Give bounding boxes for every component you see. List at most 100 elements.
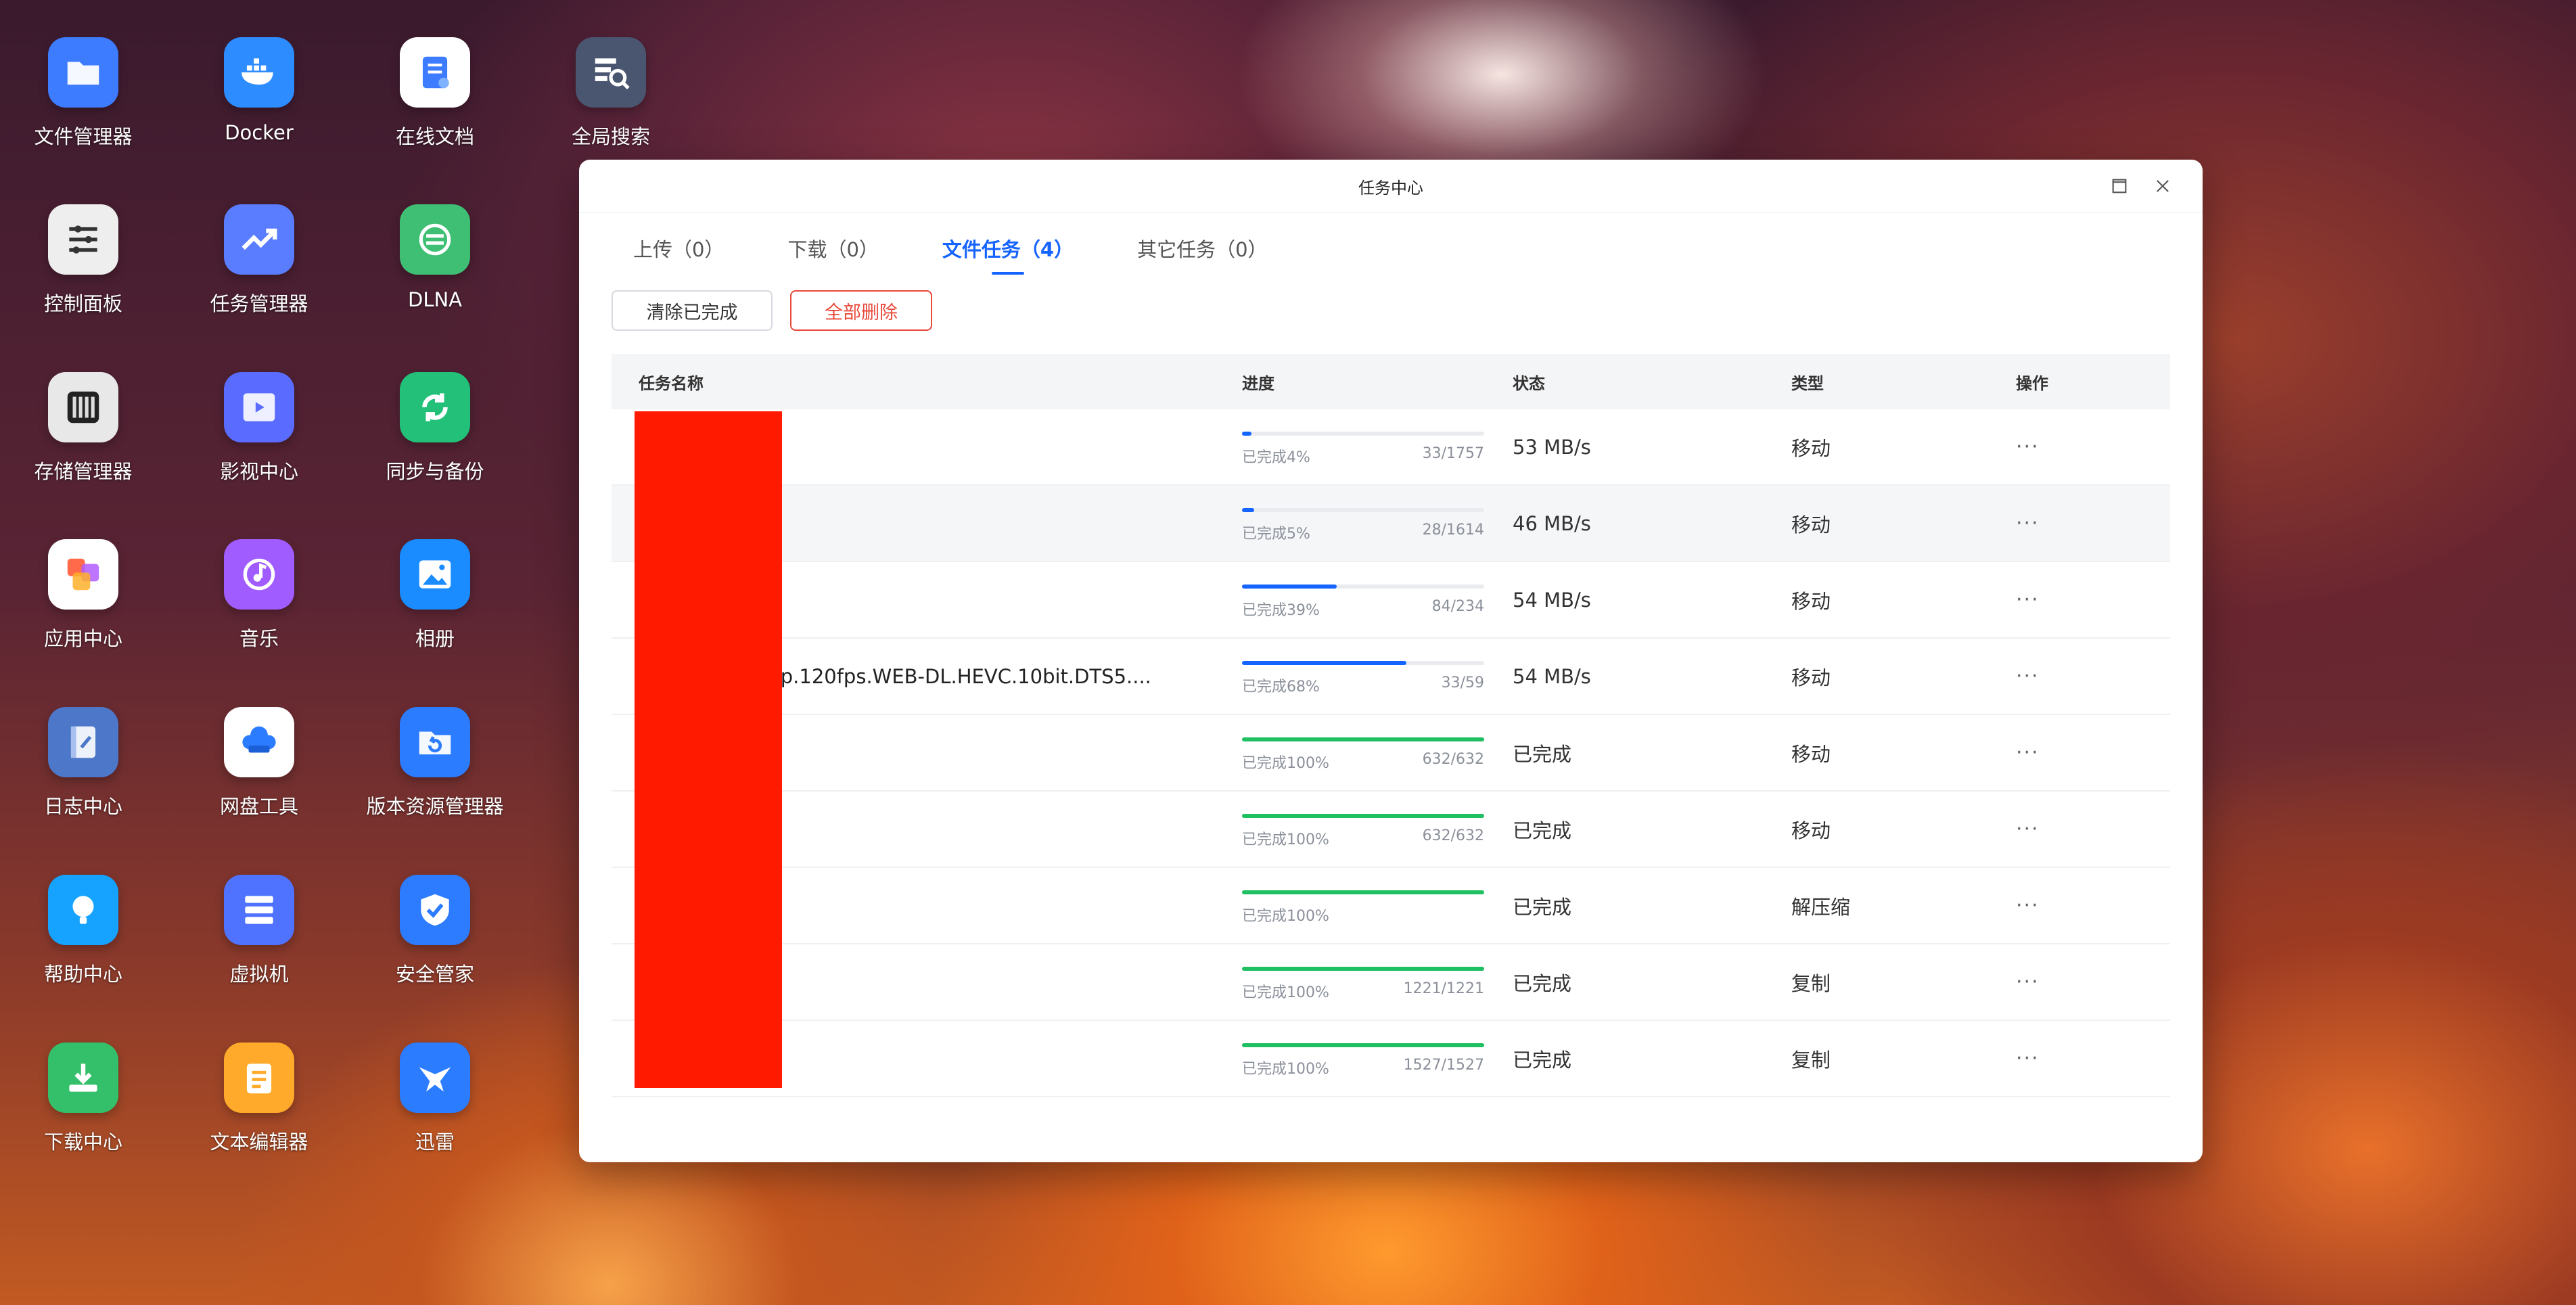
task-status: 53 MB/s bbox=[1513, 435, 1591, 459]
download-icon bbox=[48, 1043, 118, 1113]
task-type: 移动 bbox=[1791, 742, 1831, 766]
task-type: 移动 bbox=[1791, 513, 1831, 536]
table-row[interactable]: 项目已完成4%33/175753 MB/s移动··· bbox=[612, 409, 2170, 486]
table-row[interactable]: blo.2024.2160p.120fps.WEB-DL.HEVC.10bit.… bbox=[612, 639, 2170, 715]
progress-bar-fill bbox=[1242, 584, 1337, 589]
dlna-icon bbox=[400, 204, 470, 275]
task-table: 任务名称 进度 状态 类型 操作 项目已完成4%33/175753 MB/s移动… bbox=[612, 354, 2170, 1097]
app-label: 文本编辑器 bbox=[210, 1130, 308, 1153]
progress-count: 632/632 bbox=[1422, 827, 1484, 844]
app-label: 帮助中心 bbox=[43, 963, 122, 986]
table-row[interactable]: p已完成100%已完成解压缩··· bbox=[612, 868, 2170, 944]
col-header-name[interactable]: 任务名称 bbox=[612, 370, 1242, 394]
progress-bar-fill bbox=[1242, 507, 1254, 512]
app-version-explorer[interactable]: 版本资源管理器 bbox=[347, 707, 523, 819]
maximize-icon[interactable] bbox=[2108, 175, 2131, 198]
table-row[interactable]: 09等项目已完成39%84/23454 MB/s移动··· bbox=[612, 562, 2170, 639]
task-progress: 已完成4% 33/1757 bbox=[1242, 428, 1513, 467]
app-text-editor[interactable]: 文本编辑器 bbox=[171, 1043, 347, 1155]
task-type: 复制 bbox=[1791, 1048, 1831, 1072]
clear-completed-button[interactable]: 清除已完成 bbox=[612, 290, 773, 331]
tab-other-tasks[interactable]: 其它任务（0） bbox=[1137, 234, 1267, 275]
app-file-manager[interactable]: 文件管理器 bbox=[0, 37, 171, 150]
progress-count: 33/1757 bbox=[1422, 444, 1484, 462]
progress-count: 1221/1221 bbox=[1403, 980, 1484, 997]
app-music[interactable]: 音乐 bbox=[171, 539, 347, 651]
app-virtual-machine[interactable]: 虚拟机 bbox=[171, 875, 347, 987]
app-docker[interactable]: Docker bbox=[171, 37, 347, 144]
app-label: 同步与备份 bbox=[386, 460, 484, 483]
progress-label: 已完成100% bbox=[1242, 907, 1329, 925]
table-row[interactable]: 等项目已完成100%1221/1221已完成复制··· bbox=[612, 944, 2170, 1021]
task-progress: 已完成100% 1221/1221 bbox=[1242, 963, 1513, 1002]
more-actions-icon[interactable]: ··· bbox=[2016, 588, 2151, 612]
progress-bar bbox=[1242, 431, 1484, 436]
tab-file-tasks[interactable]: 文件任务（4） bbox=[942, 234, 1074, 275]
app-storage-manager[interactable]: 存储管理器 bbox=[0, 372, 171, 484]
more-actions-icon[interactable]: ··· bbox=[2016, 511, 2151, 535]
progress-count: 33/59 bbox=[1441, 674, 1484, 691]
log-icon bbox=[48, 707, 118, 777]
table-row[interactable]: ml等项目已完成100%632/632已完成移动··· bbox=[612, 792, 2170, 868]
tab-upload[interactable]: 上传（0） bbox=[633, 234, 724, 275]
desktop: 文件管理器 Docker 在线文档 全局搜索 控制面板 任务管理器 DLNA 存… bbox=[0, 0, 676, 1218]
app-label: 影视中心 bbox=[219, 460, 298, 483]
app-task-manager[interactable]: 任务管理器 bbox=[171, 204, 347, 317]
progress-count: 84/234 bbox=[1431, 597, 1484, 615]
text-editor-icon bbox=[224, 1043, 294, 1113]
progress-bar-fill bbox=[1242, 431, 1252, 436]
app-online-docs[interactable]: 在线文档 bbox=[347, 37, 523, 150]
table-row[interactable]: 项目已完成100%1527/1527已完成复制··· bbox=[612, 1021, 2170, 1097]
progress-count: 1527/1527 bbox=[1403, 1056, 1484, 1074]
col-header-progress: 进度 bbox=[1242, 373, 1274, 393]
app-label: 任务管理器 bbox=[210, 292, 308, 315]
server-icon bbox=[224, 875, 294, 945]
tab-download[interactable]: 下载（0） bbox=[787, 234, 878, 275]
task-progress: 已完成100% bbox=[1242, 886, 1513, 925]
more-actions-icon[interactable]: ··· bbox=[2016, 664, 2151, 688]
app-video-center[interactable]: 影视中心 bbox=[171, 372, 347, 484]
task-type: 解压缩 bbox=[1791, 895, 1851, 919]
more-actions-icon[interactable]: ··· bbox=[2016, 817, 2151, 841]
app-log-center[interactable]: 日志中心 bbox=[0, 707, 171, 819]
more-actions-icon[interactable]: ··· bbox=[2016, 970, 2151, 994]
app-label: 在线文档 bbox=[395, 125, 474, 148]
table-row[interactable]: 已完成100% 632/632 已完成 移动 ··· bbox=[612, 715, 2170, 792]
progress-bar-fill bbox=[1242, 890, 1484, 894]
app-thunder[interactable]: 迅雷 bbox=[347, 1043, 523, 1155]
app-app-center[interactable]: 应用中心 bbox=[0, 539, 171, 651]
task-type: 移动 bbox=[1791, 436, 1831, 460]
task-type: 移动 bbox=[1791, 819, 1831, 842]
docker-icon bbox=[224, 37, 294, 108]
music-icon bbox=[224, 539, 294, 610]
progress-bar bbox=[1242, 507, 1484, 512]
app-label: 应用中心 bbox=[43, 627, 122, 650]
task-status: 54 MB/s bbox=[1513, 588, 1591, 612]
more-actions-icon[interactable]: ··· bbox=[2016, 435, 2151, 459]
table-row[interactable]: 等项目已完成5%28/161446 MB/s移动··· bbox=[612, 486, 2170, 562]
app-cloud-drive-tool[interactable]: 网盘工具 bbox=[171, 707, 347, 819]
app-control-panel[interactable]: 控制面板 bbox=[0, 204, 171, 317]
more-actions-icon[interactable]: ··· bbox=[2016, 1047, 2151, 1070]
app-dlna[interactable]: DLNA bbox=[347, 204, 523, 311]
app-sync-backup[interactable]: 同步与备份 bbox=[347, 372, 523, 484]
app-download-center[interactable]: 下载中心 bbox=[0, 1043, 171, 1155]
delete-all-button[interactable]: 全部删除 bbox=[790, 290, 932, 331]
app-photos[interactable]: 相册 bbox=[347, 539, 523, 651]
app-global-search[interactable]: 全局搜索 bbox=[523, 37, 699, 150]
progress-bar-fill bbox=[1242, 737, 1484, 741]
close-icon[interactable] bbox=[2151, 175, 2174, 198]
app-label: 迅雷 bbox=[415, 1130, 455, 1153]
progress-count: 632/632 bbox=[1422, 750, 1484, 768]
title-bar[interactable]: 任务中心 bbox=[579, 160, 2203, 213]
app-security[interactable]: 安全管家 bbox=[347, 875, 523, 987]
app-label: 安全管家 bbox=[395, 963, 474, 986]
more-actions-icon[interactable]: ··· bbox=[2016, 741, 2151, 764]
progress-count: 28/1614 bbox=[1422, 521, 1484, 539]
app-help-center[interactable]: 帮助中心 bbox=[0, 875, 171, 987]
app-label: 存储管理器 bbox=[34, 460, 133, 483]
bulb-icon bbox=[48, 875, 118, 945]
task-type: 复制 bbox=[1791, 971, 1831, 995]
sliders-icon bbox=[48, 204, 118, 275]
more-actions-icon[interactable]: ··· bbox=[2016, 894, 2151, 917]
